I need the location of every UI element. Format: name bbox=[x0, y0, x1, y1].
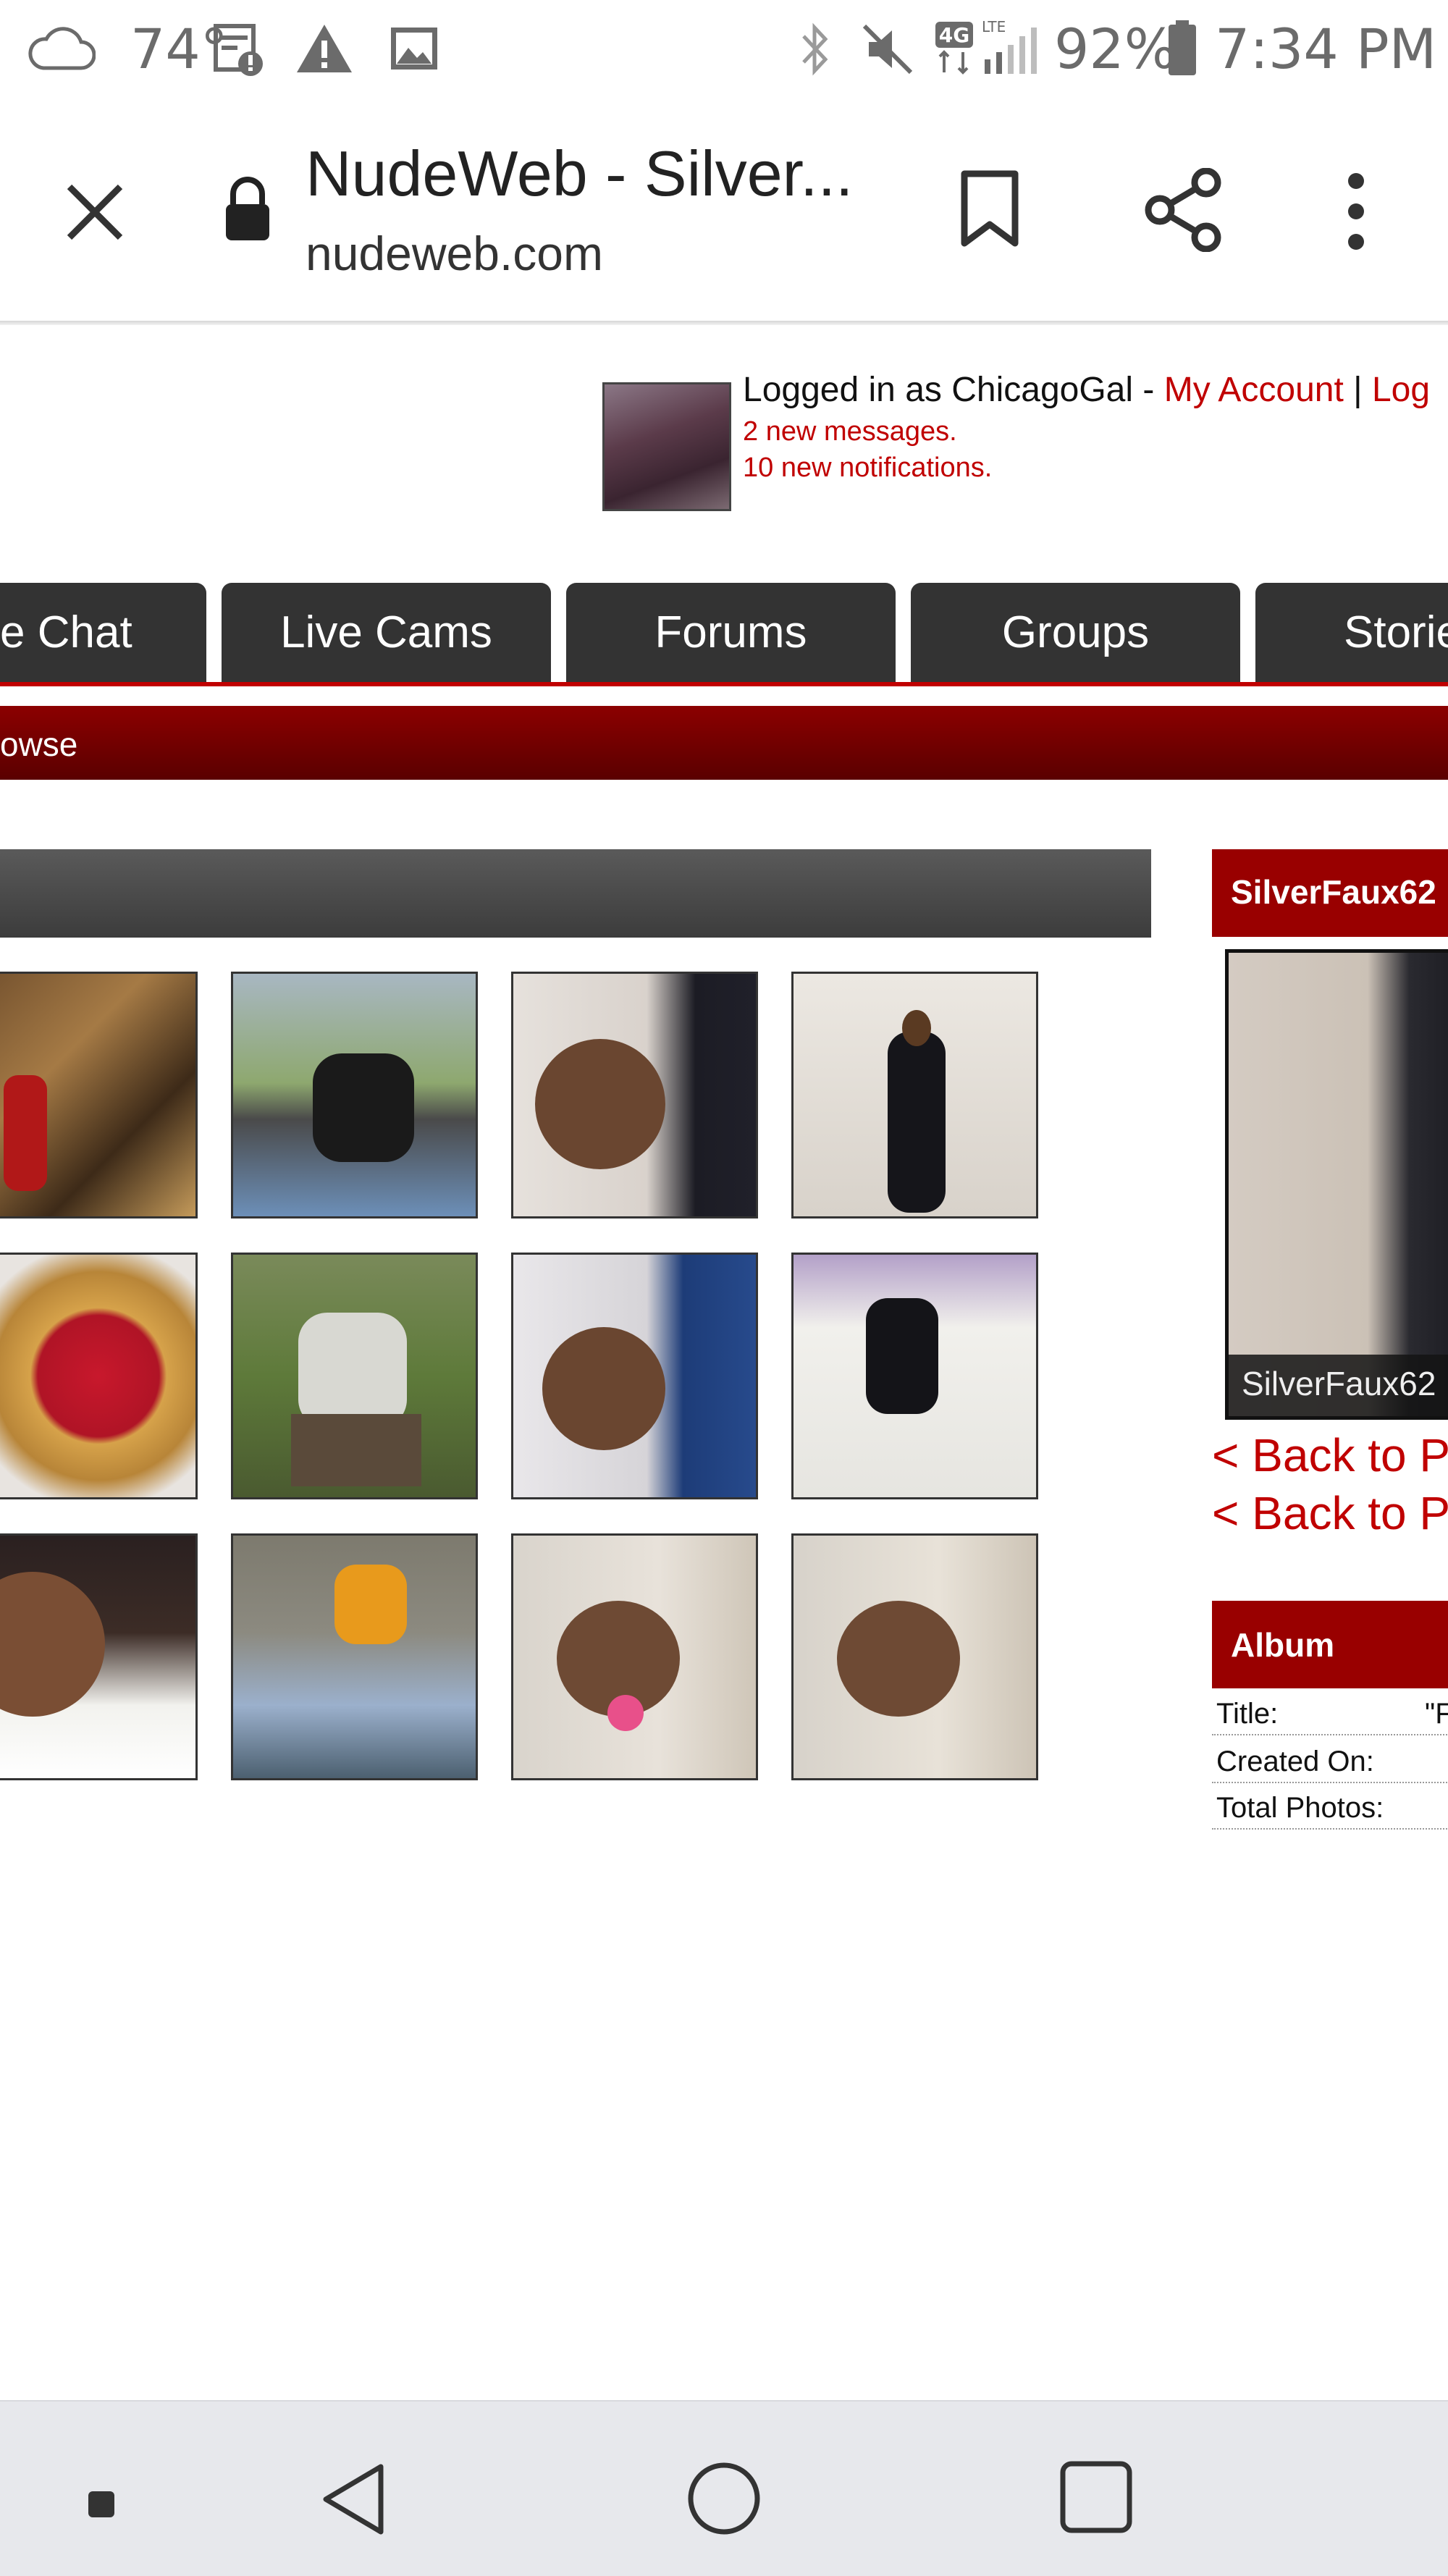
bluetooth-icon bbox=[802, 22, 828, 76]
signal-icon: LTE bbox=[982, 18, 1037, 74]
account-avatar[interactable] bbox=[602, 382, 731, 511]
bookmark-icon[interactable] bbox=[954, 168, 1025, 251]
share-icon[interactable] bbox=[1142, 168, 1224, 252]
back-to-photos-link[interactable]: < Back to P bbox=[1212, 1486, 1448, 1540]
logout-link[interactable]: Log bbox=[1372, 371, 1430, 409]
photo-thumbnail[interactable] bbox=[791, 1533, 1038, 1780]
web-page: Logged in as ChicagoGal - My Account | L… bbox=[0, 325, 1448, 2400]
photo-thumbnail[interactable] bbox=[231, 1533, 478, 1780]
photo-thumbnail[interactable] bbox=[231, 1253, 478, 1499]
album-total-row: Total Photos: bbox=[1212, 1783, 1448, 1830]
small-square-icon[interactable] bbox=[87, 2490, 116, 2519]
page-url[interactable]: nudeweb.com bbox=[306, 224, 603, 282]
recents-icon[interactable] bbox=[1058, 2459, 1134, 2535]
photo-thumbnail[interactable] bbox=[511, 1253, 758, 1499]
album-header: Album bbox=[1212, 1601, 1448, 1688]
browse-link[interactable]: owse bbox=[0, 725, 77, 764]
close-icon[interactable] bbox=[62, 180, 127, 245]
mute-icon bbox=[862, 24, 913, 75]
photo-thumbnail[interactable] bbox=[0, 972, 198, 1218]
system-nav-bar bbox=[0, 2400, 1448, 2576]
login-status: Logged in as ChicagoGal - My Account | L… bbox=[743, 370, 1430, 411]
photo-thumbnail[interactable] bbox=[0, 1253, 198, 1499]
svg-text:4G: 4G bbox=[939, 23, 969, 47]
photo-thumbnail[interactable] bbox=[0, 1533, 198, 1780]
home-icon[interactable] bbox=[685, 2459, 763, 2538]
profile-name-header: SilverFaux62 bbox=[1231, 873, 1436, 911]
tab-live-cams[interactable]: Live Cams bbox=[222, 583, 551, 682]
browser-toolbar: NudeWeb - Silver... nudeweb.com bbox=[0, 101, 1448, 322]
created-on-label: Created On: bbox=[1216, 1746, 1374, 1777]
photo-thumbnail[interactable] bbox=[511, 1533, 758, 1780]
tab-groups[interactable]: Groups bbox=[911, 583, 1240, 682]
clock-time: 7:34 PM bbox=[1215, 17, 1437, 81]
data-4g-icon: 4G bbox=[935, 22, 973, 75]
back-icon[interactable] bbox=[316, 2459, 391, 2539]
news-alert-icon bbox=[214, 24, 263, 76]
nav-underline bbox=[0, 682, 1448, 686]
photo-thumbnail[interactable] bbox=[791, 972, 1038, 1218]
sub-nav-bar: owse bbox=[0, 706, 1448, 780]
tab-live-chat[interactable]: e Chat bbox=[0, 583, 206, 682]
logged-in-text: Logged in as ChicagoGal - bbox=[743, 371, 1164, 409]
new-notifications-link[interactable]: 10 new notifications. bbox=[743, 450, 992, 486]
photo-thumbnail[interactable] bbox=[511, 972, 758, 1218]
title-label: Title: bbox=[1216, 1698, 1279, 1730]
album-header-label: Album bbox=[1231, 1626, 1335, 1664]
tab-stories[interactable]: Storie bbox=[1255, 583, 1448, 682]
gallery-header-bar bbox=[0, 849, 1151, 938]
cloud-icon bbox=[28, 27, 96, 70]
profile-photo-caption: SilverFaux62 bbox=[1242, 1365, 1436, 1402]
more-menu-icon[interactable] bbox=[1338, 171, 1374, 252]
new-messages-link[interactable]: 2 new messages. bbox=[743, 413, 957, 450]
lock-icon bbox=[226, 177, 269, 240]
profile-header: SilverFaux62 bbox=[1212, 849, 1448, 937]
album-title-row: Title: "F bbox=[1212, 1689, 1448, 1735]
svg-text:LTE: LTE bbox=[982, 18, 1006, 35]
my-account-link[interactable]: My Account bbox=[1164, 371, 1344, 409]
image-icon bbox=[391, 28, 437, 70]
title-value: "F bbox=[1425, 1698, 1448, 1730]
photo-thumbnail[interactable] bbox=[231, 972, 478, 1218]
profile-photo[interactable]: SilverFaux62 bbox=[1225, 949, 1448, 1420]
battery-icon bbox=[1169, 20, 1196, 75]
status-bar: 74° 4G LTE 92% 7:34 PM bbox=[0, 0, 1448, 101]
back-to-profile-link[interactable]: < Back to P bbox=[1212, 1428, 1448, 1482]
tab-forums[interactable]: Forums bbox=[566, 583, 896, 682]
page-title: NudeWeb - Silver... bbox=[306, 138, 854, 209]
warning-icon bbox=[297, 25, 352, 72]
battery-percent: 92% bbox=[1054, 17, 1176, 81]
total-photos-label: Total Photos: bbox=[1216, 1792, 1384, 1824]
separator-text: | bbox=[1343, 371, 1372, 409]
album-created-row: Created On: bbox=[1212, 1735, 1448, 1783]
photo-thumbnail[interactable] bbox=[791, 1253, 1038, 1499]
